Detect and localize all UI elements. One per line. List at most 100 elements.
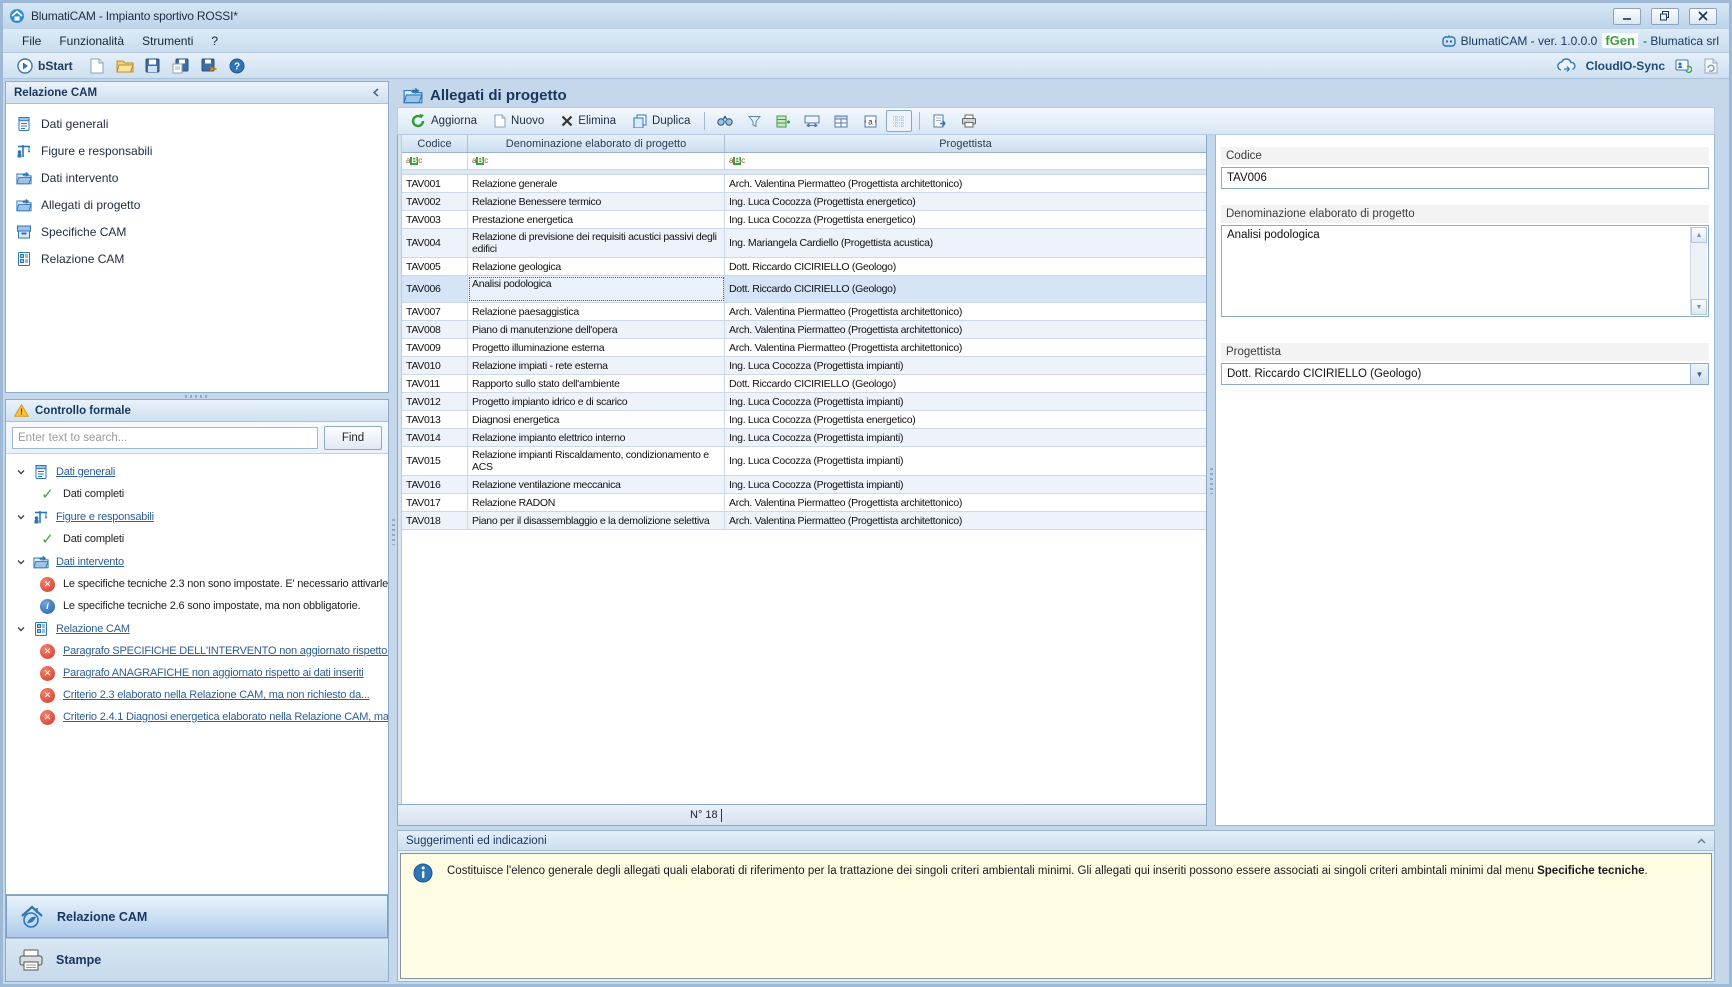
table-row[interactable]: TAV004Relazione di previsione dei requis… <box>402 229 1206 258</box>
cell-codice[interactable]: TAV015 <box>402 447 468 475</box>
menu-funzionalita[interactable]: Funzionalità <box>50 31 133 51</box>
cell-progettista[interactable]: Ing. Luca Cocozza (Progettista energetic… <box>725 211 1206 228</box>
cell-progettista[interactable]: Ing. Luca Cocozza (Progettista impianti) <box>725 393 1206 410</box>
duplica-button[interactable]: Duplica <box>626 112 697 130</box>
cell-denominazione[interactable]: Relazione impianti Riscaldamento, condiz… <box>468 447 725 475</box>
cell-codice[interactable]: TAV006 <box>402 276 468 302</box>
cell-progettista[interactable]: Arch. Valentina Piermatteo (Progettista … <box>725 321 1206 338</box>
cell-progettista[interactable]: Arch. Valentina Piermatteo (Progettista … <box>725 339 1206 356</box>
table-row[interactable]: TAV012Progetto impianto idrico e di scar… <box>402 393 1206 411</box>
tree-group-link[interactable]: Relazione CAM <box>56 623 130 635</box>
cell-progettista[interactable]: Arch. Valentina Piermatteo (Progettista … <box>725 494 1206 511</box>
cell-progettista[interactable]: Ing. Luca Cocozza (Progettista energetic… <box>725 193 1206 210</box>
table-row[interactable]: TAV008Piano di manutenzione dell'operaAr… <box>402 321 1206 339</box>
filter-icon[interactable] <box>741 110 767 132</box>
cell-codice[interactable]: TAV002 <box>402 193 468 210</box>
textarea-scrollbar[interactable]: ▲ ▼ <box>1690 227 1707 315</box>
tree-issue-link[interactable]: Criterio 2.4.1 Diagnosi energetica elabo… <box>63 711 388 723</box>
tree-issue-link[interactable]: Paragrafo SPECIFICHE DELL'INTERVENTO non… <box>63 645 388 657</box>
table-row[interactable]: TAV007Relazione paesaggisticaArch. Valen… <box>402 303 1206 321</box>
cell-codice[interactable]: TAV014 <box>402 429 468 446</box>
sidebar-item-dati-intervento[interactable]: Dati intervento <box>6 164 388 191</box>
tree-issue-link[interactable]: Paragrafo ANAGRAFICHE non aggiornato ris… <box>63 667 364 679</box>
tree-group-link[interactable]: Dati generali <box>56 466 115 478</box>
cell-codice[interactable]: TAV009 <box>402 339 468 356</box>
cell-denominazione[interactable]: Relazione impianto elettrico interno <box>468 429 725 446</box>
scroll-up-icon[interactable]: ▲ <box>1691 227 1707 243</box>
minimize-button[interactable] <box>1613 8 1641 25</box>
find-icon[interactable] <box>712 110 738 132</box>
cell-codice[interactable]: TAV011 <box>402 375 468 392</box>
find-button[interactable]: Find <box>324 426 382 450</box>
search-input[interactable] <box>12 427 318 449</box>
cell-codice[interactable]: TAV017 <box>402 494 468 511</box>
cell-codice[interactable]: TAV010 <box>402 357 468 374</box>
chevron-down-icon[interactable]: ▼ <box>1690 364 1708 384</box>
open-folder-icon[interactable] <box>115 56 135 76</box>
table-row[interactable]: TAV016Relazione ventilazione meccanicaIn… <box>402 476 1206 494</box>
save-icon[interactable] <box>143 56 163 76</box>
column-header-codice[interactable]: Codice <box>402 135 468 152</box>
cell-progettista[interactable]: Ing. Mariangela Cardiello (Progettista a… <box>725 229 1206 257</box>
cell-codice[interactable]: TAV013 <box>402 411 468 428</box>
cloud-sync-icon[interactable] <box>1556 58 1578 74</box>
sidebar-item-relazione-cam[interactable]: Relazione CAM <box>6 245 388 272</box>
tree-group-link[interactable]: Dati intervento <box>56 556 124 568</box>
best-fit-icon[interactable]: a <box>857 110 883 132</box>
table-row[interactable]: TAV014Relazione impianto elettrico inter… <box>402 429 1206 447</box>
denominazione-textarea[interactable]: Analisi podologica ▲ ▼ <box>1221 225 1709 317</box>
nuovo-button[interactable]: Nuovo <box>487 112 551 130</box>
column-width-icon[interactable] <box>799 110 825 132</box>
cell-codice[interactable]: TAV012 <box>402 393 468 410</box>
chevron-down-icon[interactable] <box>16 512 26 522</box>
aggiorna-button[interactable]: Aggiorna <box>403 111 484 131</box>
cell-progettista[interactable]: Ing. Luca Cocozza (Progettista impianti) <box>725 357 1206 374</box>
filter-cell-progettista[interactable]: aBc <box>725 153 1206 169</box>
vertical-splitter[interactable] <box>389 81 397 982</box>
cell-progettista[interactable]: Dott. Riccardo CICIRIELLO (Geologo) <box>725 276 1206 302</box>
table-layout-icon[interactable] <box>828 110 854 132</box>
filter-cell-denominazione[interactable]: aBc <box>468 153 725 169</box>
tree-group-link[interactable]: Figure e responsabili <box>56 511 154 523</box>
chevron-down-icon[interactable] <box>16 624 26 634</box>
cell-progettista[interactable]: Dott. Riccardo CICIRIELLO (Geologo) <box>725 375 1206 392</box>
stampe-button[interactable]: Stampe <box>6 938 388 981</box>
cell-denominazione[interactable]: Progetto illuminazione esterna <box>468 339 725 356</box>
table-row[interactable]: TAV013Diagnosi energeticaIng. Luca Cocoz… <box>402 411 1206 429</box>
cell-denominazione[interactable]: Relazione impiati - rete esterna <box>468 357 725 374</box>
print-icon[interactable] <box>956 110 982 132</box>
chevron-down-icon[interactable] <box>16 467 26 477</box>
cell-denominazione[interactable]: Relazione di previsione dei requisiti ac… <box>468 229 725 257</box>
group-add-icon[interactable] <box>770 110 796 132</box>
filter-cell-codice[interactable]: aBc <box>402 153 468 169</box>
cell-denominazione[interactable]: Relazione ventilazione meccanica <box>468 476 725 493</box>
sidebar-item-specifiche-cam[interactable]: Specifiche CAM <box>6 218 388 245</box>
close-button[interactable] <box>1689 8 1717 25</box>
table-row[interactable]: TAV018Piano per il disassemblaggio e la … <box>402 512 1206 530</box>
column-header-progettista[interactable]: Progettista <box>725 135 1206 152</box>
cell-denominazione[interactable]: Piano per il disassemblaggio e la demoli… <box>468 512 725 529</box>
cell-codice[interactable]: TAV007 <box>402 303 468 320</box>
table-row[interactable]: TAV005Relazione geologicaDott. Riccardo … <box>402 258 1206 276</box>
tree-issue-link[interactable]: Criterio 2.3 elaborato nella Relazione C… <box>63 689 370 701</box>
codice-field[interactable] <box>1221 167 1709 189</box>
report-sync-icon[interactable] <box>1701 56 1721 76</box>
menu-strumenti[interactable]: Strumenti <box>133 31 202 51</box>
column-header-denominazione[interactable]: Denominazione elaborato di progetto <box>468 135 725 152</box>
menu-file[interactable]: File <box>13 31 50 51</box>
cloud-sync-label[interactable]: CloudIO-Sync <box>1586 59 1665 73</box>
cell-codice[interactable]: TAV001 <box>402 175 468 192</box>
sidebar-item-dati-generali[interactable]: Dati generali <box>6 110 388 137</box>
table-row[interactable]: TAV009Progetto illuminazione esternaArch… <box>402 339 1206 357</box>
table-row[interactable]: TAV011Rapporto sullo stato dell'ambiente… <box>402 375 1206 393</box>
cell-progettista[interactable]: Arch. Valentina Piermatteo (Progettista … <box>725 512 1206 529</box>
export-icon[interactable] <box>927 110 953 132</box>
table-row[interactable]: TAV006Analisi podologicaDott. Riccardo C… <box>402 276 1206 303</box>
cell-denominazione[interactable]: Progetto impianto idrico e di scarico <box>468 393 725 410</box>
help-icon[interactable]: ? <box>227 56 247 76</box>
cell-progettista[interactable]: Arch. Valentina Piermatteo (Progettista … <box>725 303 1206 320</box>
cell-denominazione[interactable]: Relazione paesaggistica <box>468 303 725 320</box>
sidebar-item-figure-e-responsabili[interactable]: Figure e responsabili <box>6 137 388 164</box>
cell-denominazione[interactable]: Relazione geologica <box>468 258 725 275</box>
cell-codice[interactable]: TAV005 <box>402 258 468 275</box>
